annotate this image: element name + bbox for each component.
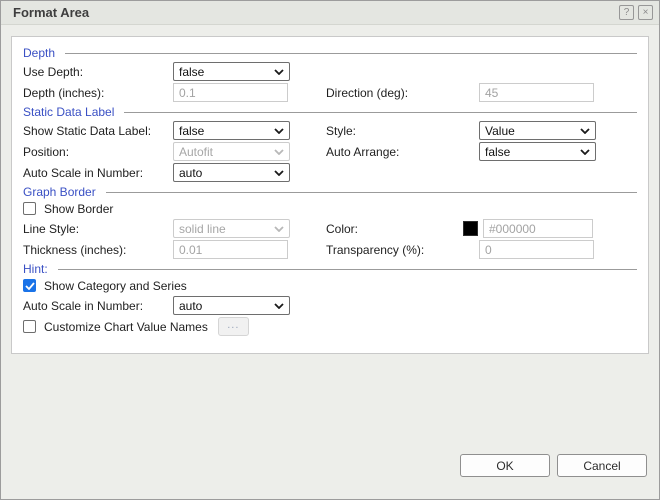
direction-label: Direction (deg): [326,86,479,100]
direction-input: 45 [479,83,594,102]
hint-auto-scale-number-row: Auto Scale in Number: auto [23,296,637,315]
line-style-select: solid line [173,219,290,238]
section-divider [58,269,637,270]
format-area-dialog: Format Area ? × Depth Use Depth: false D… [0,0,660,500]
auto-scale-number-value: auto [179,166,202,180]
use-depth-label: Use Depth: [23,65,173,79]
style-value: Value [485,124,515,138]
depth-inches-label: Depth (inches): [23,86,173,100]
chevron-down-icon [274,69,284,75]
show-static-data-label-row: Show Static Data Label: false Style: Val… [23,121,637,140]
more-options-button: ... [218,317,249,336]
thickness-input: 0.01 [173,240,288,259]
style-label: Style: [326,124,479,138]
show-border-row: Show Border [23,201,637,216]
show-static-data-label-select[interactable]: false [173,121,290,140]
ok-button[interactable]: OK [460,454,550,477]
hint-header: Hint: [23,262,48,276]
position-label: Position: [23,145,173,159]
border-color-swatch [463,221,478,236]
section-divider [124,112,637,113]
customize-chart-value-names-label: Customize Chart Value Names [44,320,208,334]
section-header-graph-border: Graph Border [23,184,637,199]
section-divider [106,192,637,193]
style-select[interactable]: Value [479,121,596,140]
border-color-input: #000000 [483,219,593,238]
auto-scale-number-label: Auto Scale in Number: [23,166,173,180]
auto-scale-number-row: Auto Scale in Number: auto [23,163,637,182]
section-header-depth: Depth [23,45,637,60]
use-depth-select[interactable]: false [173,62,290,81]
hint-auto-scale-number-select[interactable]: auto [173,296,290,315]
border-color-label: Color: [326,222,479,236]
dialog-footer: OK Cancel [460,454,647,477]
chevron-down-icon [274,149,284,155]
chevron-down-icon [274,128,284,134]
customize-chart-value-names-checkbox[interactable] [23,320,36,333]
chevron-down-icon [580,128,590,134]
graph-border-header: Graph Border [23,185,96,199]
static-data-label-header: Static Data Label [23,105,114,119]
use-depth-row: Use Depth: false [23,62,637,81]
depth-inches-row: Depth (inches): 0.1 Direction (deg): 45 [23,83,637,102]
border-color-field: #000000 [463,219,637,238]
auto-arrange-label: Auto Arrange: [326,145,479,159]
section-header-hint: Hint: [23,261,637,276]
depth-header-label: Depth [23,46,55,60]
show-static-data-label-value: false [179,124,204,138]
auto-scale-number-select[interactable]: auto [173,163,290,182]
help-button[interactable]: ? [619,5,634,20]
section-header-static-data-label: Static Data Label [23,104,637,119]
show-category-series-row: Show Category and Series [23,278,637,293]
thickness-label: Thickness (inches): [23,243,173,257]
position-select: Autofit [173,142,290,161]
auto-arrange-select[interactable]: false [479,142,596,161]
show-border-label: Show Border [44,202,113,216]
position-value: Autofit [179,145,213,159]
position-row: Position: Autofit Auto Arrange: false [23,142,637,161]
dialog-title: Format Area [13,5,615,20]
thickness-row: Thickness (inches): 0.01 Transparency (%… [23,240,637,259]
line-style-label: Line Style: [23,222,173,236]
line-style-row: Line Style: solid line Color: #000000 [23,219,637,238]
depth-inches-input: 0.1 [173,83,288,102]
show-border-checkbox[interactable] [23,202,36,215]
transparency-label: Transparency (%): [326,243,479,257]
show-static-data-label-label: Show Static Data Label: [23,124,173,138]
hint-auto-scale-number-value: auto [179,299,202,313]
auto-arrange-value: false [485,145,510,159]
cancel-button[interactable]: Cancel [557,454,647,477]
show-category-series-label: Show Category and Series [44,279,187,293]
customize-chart-value-names-row: Customize Chart Value Names ... [23,317,637,336]
close-button[interactable]: × [638,5,653,20]
check-icon [25,282,35,290]
chevron-down-icon [580,149,590,155]
chevron-down-icon [274,226,284,232]
hint-auto-scale-number-label: Auto Scale in Number: [23,299,173,313]
chevron-down-icon [274,303,284,309]
use-depth-value: false [179,65,204,79]
dialog-titlebar: Format Area ? × [1,1,659,25]
chevron-down-icon [274,170,284,176]
content-panel: Depth Use Depth: false Depth (inches): 0… [11,36,649,354]
section-divider [65,53,637,54]
line-style-value: solid line [179,222,226,236]
transparency-input: 0 [479,240,594,259]
show-category-series-checkbox[interactable] [23,279,36,292]
